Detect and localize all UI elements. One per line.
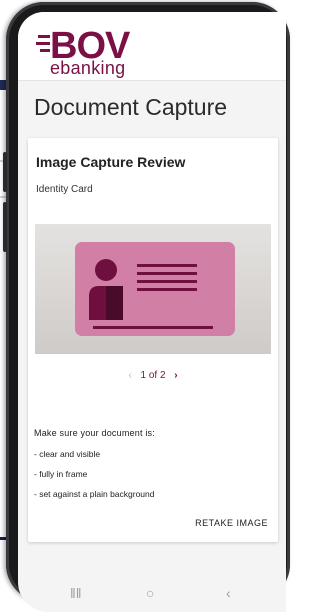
bov-logo: BOV [36,26,132,60]
chevron-left-icon[interactable]: ‹ [128,370,131,381]
captured-document-image [35,224,271,354]
volume-button [3,152,7,192]
recents-icon[interactable]: ‖‖ [70,585,82,601]
back-icon[interactable]: ‹ [226,585,231,601]
chevron-right-icon[interactable]: › [174,370,177,381]
app-screen: BOV ebanking Document Capture Image Capt… [18,12,286,612]
logo-subtitle: ebanking [50,58,126,78]
retake-image-button[interactable]: RETAKE IMAGE [195,518,268,528]
capture-review-card: Image Capture Review Identity Card ‹ 1 o… [28,138,278,542]
app-header: BOV ebanking [18,12,286,81]
home-icon[interactable]: ○ [146,585,154,601]
id-card-illustration [35,224,271,354]
page-title: Document Capture [34,94,228,120]
system-navbar: ‖‖ ○ ‹ [18,567,286,607]
document-type-label: Identity Card [36,184,93,195]
instructions-lead: Make sure your document is: [34,428,155,438]
instruction-item: - fully in frame [34,469,88,479]
card-title: Image Capture Review [36,154,186,170]
instruction-item: - clear and visible [34,449,101,459]
svg-text:BOV: BOV [50,26,131,60]
avatar-head [95,259,117,281]
capture-instructions: Make sure your document is: - clear and … [34,428,270,509]
image-pager: ‹ 1 of 2 › [28,370,278,381]
pager-label: 1 of 2 [140,370,166,381]
instruction-item: - set against a plain background [34,489,155,499]
power-button [3,202,7,252]
